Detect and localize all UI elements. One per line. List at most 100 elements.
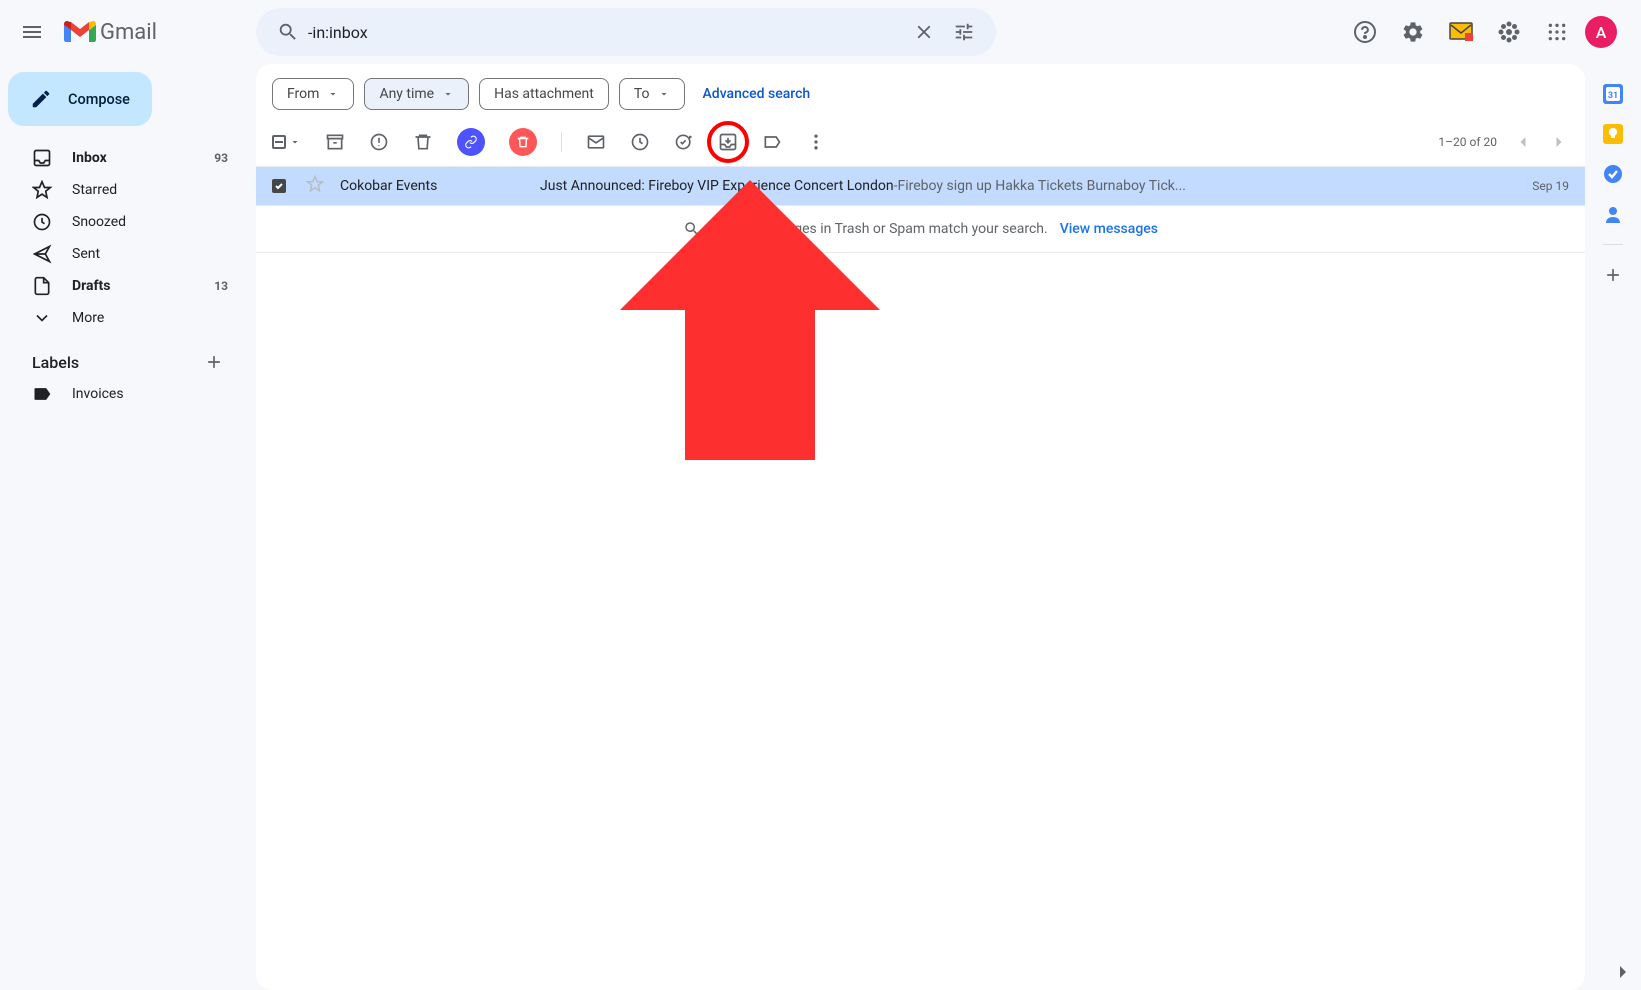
link-icon [464, 135, 478, 149]
ext-icon-2[interactable] [1489, 12, 1529, 52]
logo-area[interactable]: Gmail [56, 20, 256, 45]
select-all-checkbox[interactable] [272, 135, 301, 149]
flower-icon [1497, 20, 1521, 44]
keep-app[interactable] [1603, 124, 1623, 144]
plus-icon[interactable] [204, 352, 224, 372]
dropdown-icon [442, 88, 454, 100]
pencil-icon [30, 88, 52, 110]
help-icon [1353, 20, 1377, 44]
advanced-search-link[interactable]: Advanced search [703, 86, 811, 102]
archive-icon [325, 132, 345, 152]
sidebar-item-snoozed[interactable]: Snoozed [8, 206, 248, 238]
pagination-text: 1–20 of 20 [1438, 135, 1497, 149]
sidebar-item-sent[interactable]: Sent [8, 238, 248, 270]
search-options-button[interactable] [944, 12, 984, 52]
contacts-icon [1603, 204, 1623, 224]
toolbar: 1–20 of 20 [256, 124, 1585, 166]
prev-page-button[interactable] [1513, 132, 1533, 152]
sidebar-label-invoices[interactable]: Invoices [8, 378, 248, 410]
svg-text:31: 31 [1608, 91, 1618, 101]
envelope-alert-icon [1448, 19, 1474, 45]
ext-circle-blue[interactable] [457, 128, 485, 156]
labels-button[interactable] [762, 132, 782, 152]
filter-anytime[interactable]: Any time [364, 78, 469, 110]
banner-text: Some messages in Trash or Spam match you… [713, 221, 1048, 237]
nav-label: Sent [72, 246, 236, 262]
row-checkbox[interactable] [272, 179, 292, 193]
nav-label: Starred [72, 182, 236, 198]
snooze-button[interactable] [630, 132, 650, 152]
gmail-logo-icon [64, 20, 96, 44]
filter-to[interactable]: To [619, 78, 685, 110]
add-task-button[interactable] [674, 132, 694, 152]
ext-icon-1[interactable] [1441, 12, 1481, 52]
more-vert-icon [806, 132, 826, 152]
delete-button[interactable] [413, 132, 433, 152]
view-messages-link[interactable]: View messages [1060, 221, 1158, 237]
plus-icon [1603, 265, 1623, 285]
search-bar[interactable] [256, 8, 996, 56]
dropdown-icon [327, 88, 339, 100]
mail-icon [586, 132, 606, 152]
nav-label: More [72, 310, 236, 326]
email-row[interactable]: Cokobar Events Just Announced: Fireboy V… [256, 166, 1585, 206]
inbox-icon [32, 148, 52, 168]
report-spam-icon [369, 132, 389, 152]
apps-button[interactable] [1537, 12, 1577, 52]
search-input[interactable] [308, 23, 904, 42]
panel-toggle[interactable] [1611, 960, 1635, 984]
search-button[interactable] [268, 21, 308, 43]
content-area: From Any time Has attachment To Advanced… [256, 64, 1585, 990]
mark-unread-button[interactable] [586, 132, 606, 152]
dropdown-icon [289, 136, 301, 148]
calendar-icon: 31 [1603, 84, 1623, 104]
add-task-icon [674, 132, 694, 152]
chevron-down-icon [32, 308, 52, 328]
clock-icon [32, 212, 52, 232]
contacts-app[interactable] [1603, 204, 1623, 224]
file-icon [32, 276, 52, 296]
hamburger-icon [20, 20, 44, 44]
trash-white-icon [516, 135, 530, 149]
sidebar-item-more[interactable]: More [8, 302, 248, 334]
search-icon [277, 21, 299, 43]
tune-icon [953, 21, 975, 43]
move-to-inbox-button[interactable] [718, 132, 738, 152]
calendar-app[interactable]: 31 [1603, 84, 1623, 104]
settings-button[interactable] [1393, 12, 1433, 52]
divider [1603, 244, 1623, 245]
support-button[interactable] [1345, 12, 1385, 52]
clear-search-button[interactable] [904, 12, 944, 52]
add-app-button[interactable] [1603, 265, 1623, 285]
sidebar-item-starred[interactable]: Starred [8, 174, 248, 206]
row-star[interactable] [306, 175, 326, 197]
compose-button[interactable]: Compose [8, 72, 152, 126]
chevron-left-icon [1513, 132, 1533, 152]
next-page-button[interactable] [1549, 132, 1569, 152]
apps-grid-icon [1547, 22, 1567, 42]
more-button[interactable] [806, 132, 826, 152]
label-icon [32, 384, 52, 404]
main-menu-button[interactable] [8, 8, 56, 56]
sidebar: Compose Inbox 93 Starred Snoozed Sent Dr… [0, 64, 256, 990]
trash-icon [413, 132, 433, 152]
spam-button[interactable] [369, 132, 389, 152]
labels-header: Labels [8, 334, 248, 378]
divider [561, 132, 562, 152]
email-sender: Cokobar Events [340, 178, 540, 194]
hidden-results-banner: Some messages in Trash or Spam match you… [256, 206, 1585, 253]
filter-from[interactable]: From [272, 78, 354, 110]
account-avatar[interactable]: A [1585, 16, 1617, 48]
sidebar-item-drafts[interactable]: Drafts 13 [8, 270, 248, 302]
star-outline-icon [306, 175, 324, 193]
email-subject: Just Announced: Fireboy VIP Experience C… [540, 178, 894, 194]
archive-button[interactable] [325, 132, 345, 152]
sidebar-item-inbox[interactable]: Inbox 93 [8, 142, 248, 174]
gear-icon [1401, 20, 1425, 44]
filter-bar: From Any time Has attachment To Advanced… [256, 64, 1585, 124]
email-date: Sep 19 [1532, 179, 1569, 193]
dropdown-icon [658, 88, 670, 100]
ext-circle-red[interactable] [509, 128, 537, 156]
filter-attachment[interactable]: Has attachment [479, 78, 609, 110]
tasks-app[interactable] [1603, 164, 1623, 184]
